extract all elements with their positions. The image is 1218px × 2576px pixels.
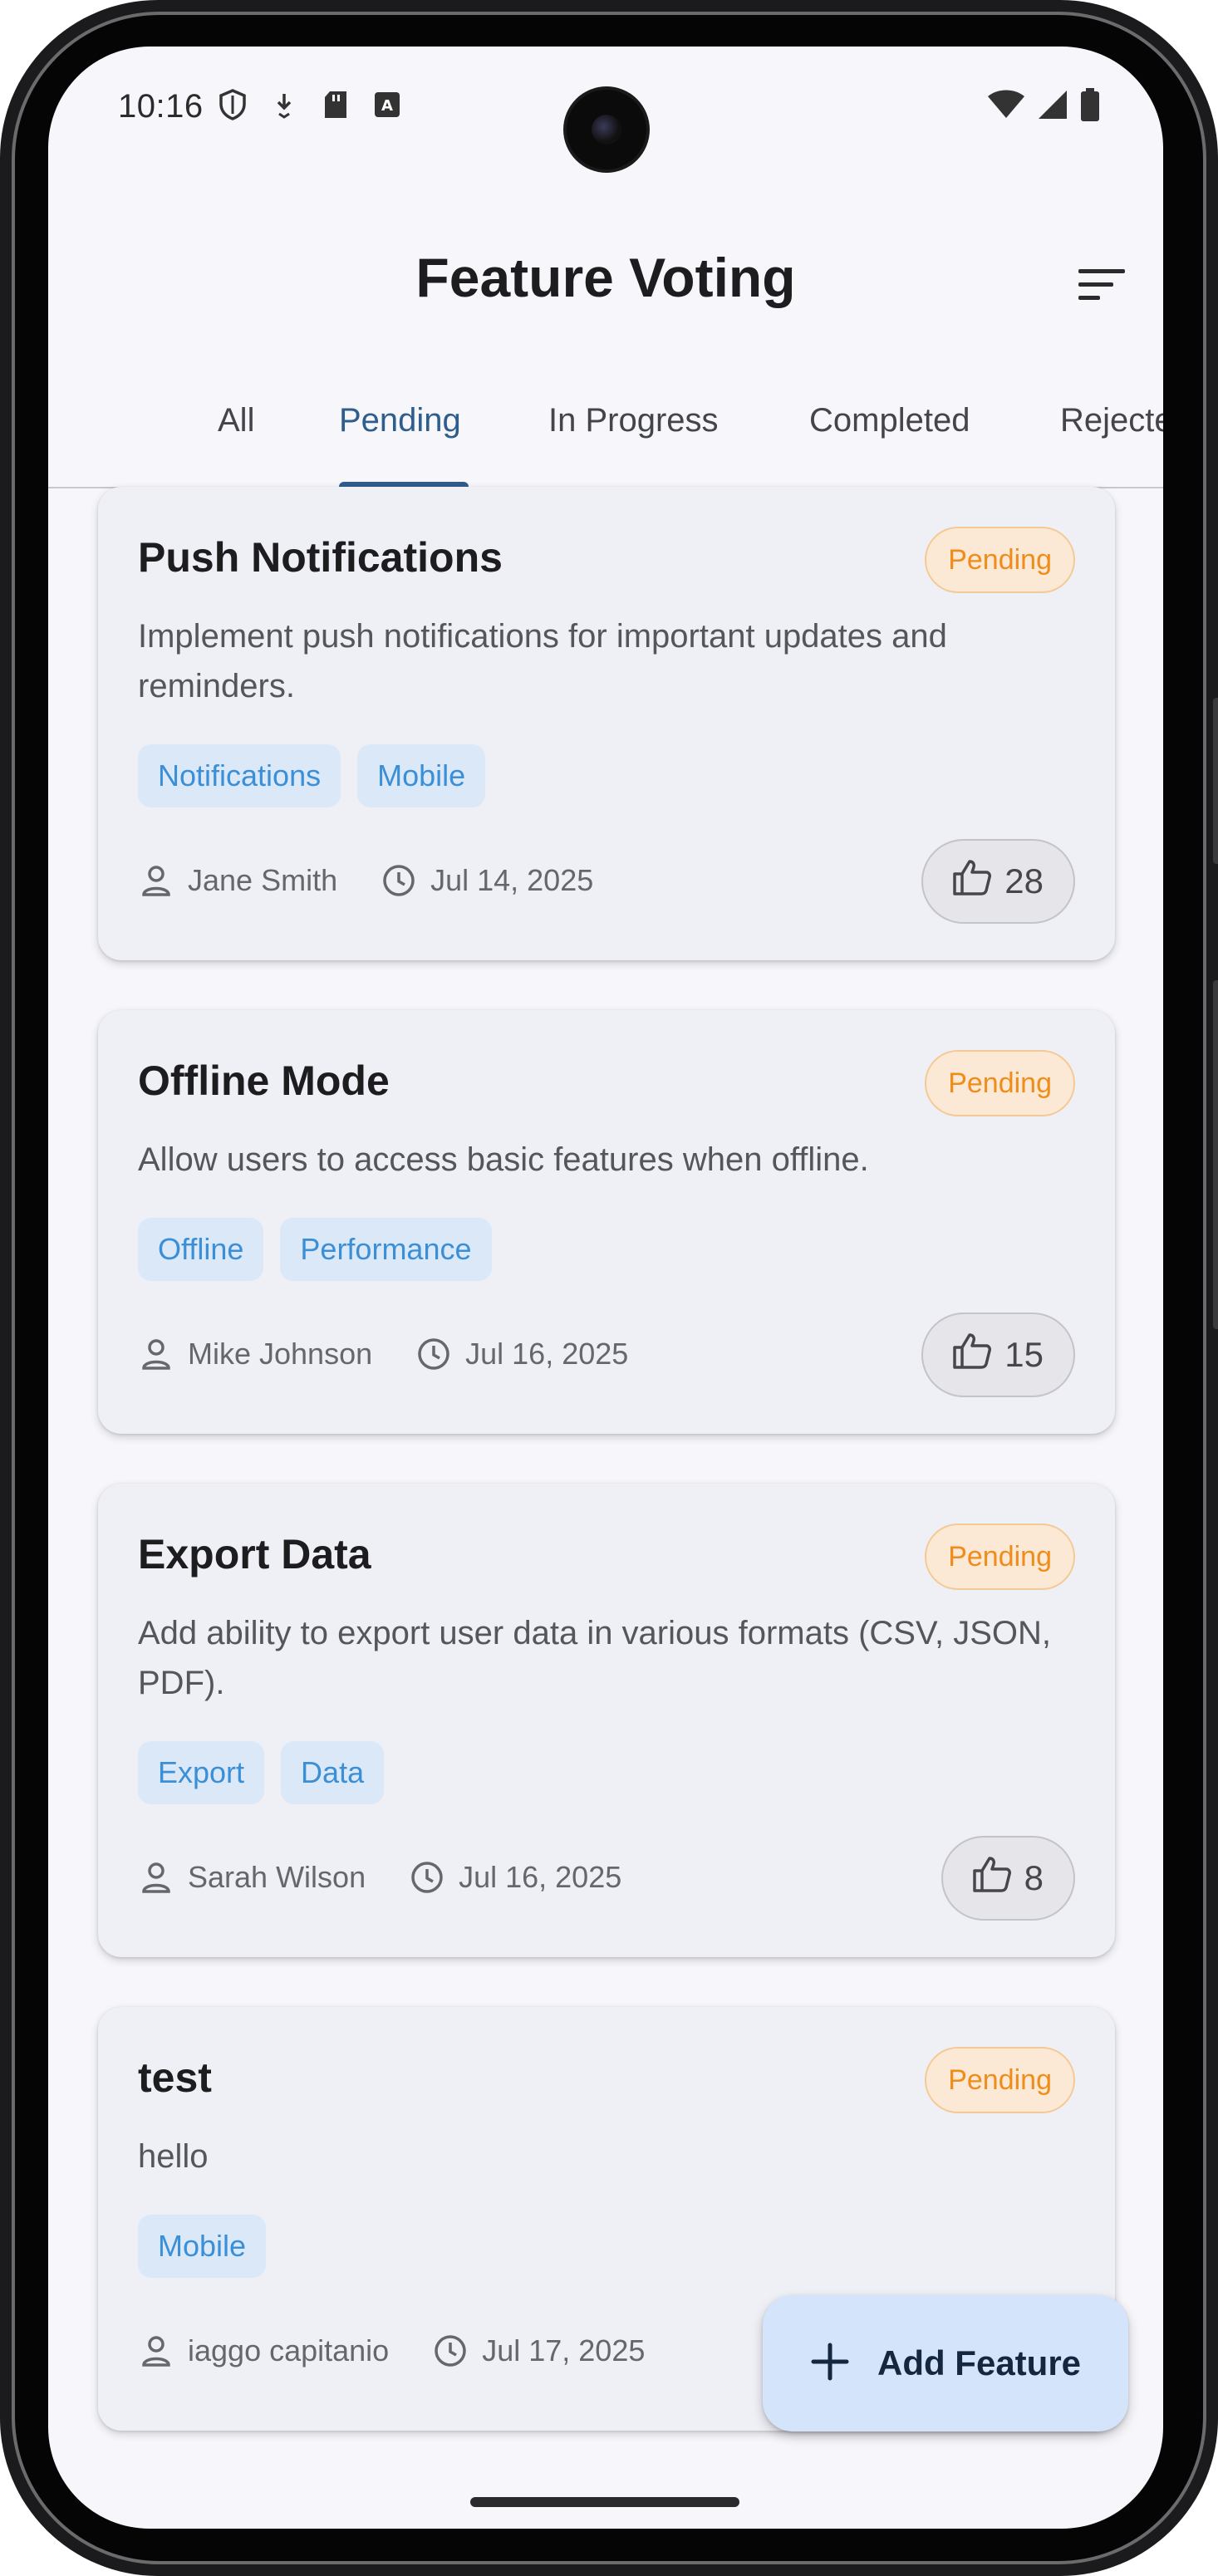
feature-title: Export Data: [138, 1531, 371, 1577]
tab-completed[interactable]: Completed: [809, 402, 970, 439]
tag-list: Offline Performance: [138, 1218, 492, 1281]
status-badge: Pending: [925, 1524, 1075, 1590]
person-icon: [138, 2333, 174, 2369]
author-name: Jane Smith: [188, 863, 338, 897]
tag: Mobile: [357, 744, 486, 807]
feature-card[interactable]: Push Notifications Pending Implement pus…: [98, 487, 1115, 960]
created-date: Jul 17, 2025: [482, 2333, 646, 2367]
svg-text:A: A: [381, 97, 393, 115]
person-icon: [138, 1859, 174, 1896]
clock-icon: [381, 862, 417, 899]
tag: Notifications: [138, 744, 341, 807]
status-icons-left: A: [214, 86, 405, 123]
shield-icon: [214, 86, 251, 123]
volume-button: [1213, 698, 1218, 864]
feature-card[interactable]: Export Data Pending Add ability to expor…: [98, 1484, 1115, 1957]
signal-icon: [1037, 89, 1068, 125]
feature-meta: Jane Smith Jul 14, 2025: [138, 862, 636, 899]
thumbs-up-icon: [953, 1332, 992, 1377]
created-date: Jul 16, 2025: [459, 1860, 622, 1894]
feature-card[interactable]: Offline Mode Pending Allow users to acce…: [98, 1010, 1115, 1434]
vote-count: 15: [1004, 1335, 1044, 1374]
feature-meta: Mike Johnson Jul 16, 2025: [138, 1336, 671, 1372]
feature-description: Implement push notifications for importa…: [138, 618, 947, 704]
tag-list: Notifications Mobile: [138, 744, 486, 807]
status-bar: 10:16 A: [48, 47, 1163, 179]
clock-icon: [432, 2333, 469, 2369]
clock-icon: [415, 1336, 452, 1372]
person-icon: [138, 862, 174, 899]
tab-pending[interactable]: Pending: [339, 402, 461, 439]
sort-icon[interactable]: [1077, 264, 1130, 307]
tab-bar: All Pending In Progress Completed Reject…: [48, 370, 1163, 488]
download-icon: [266, 86, 302, 123]
feature-description: Allow users to access basic features whe…: [138, 1141, 869, 1178]
thumbs-up-icon: [972, 1856, 1011, 1901]
created-date: Jul 14, 2025: [430, 863, 594, 897]
feature-meta: iaggo capitanio Jul 17, 2025: [138, 2333, 688, 2369]
tag: Export: [138, 1741, 265, 1804]
author-name: iaggo capitanio: [188, 2333, 390, 2367]
person-icon: [138, 1336, 174, 1372]
upvote-button[interactable]: 8: [941, 1836, 1075, 1921]
upvote-button[interactable]: 28: [921, 839, 1075, 924]
tag: Performance: [280, 1218, 492, 1281]
keyboard-a-icon: A: [369, 86, 405, 123]
power-button: [1213, 980, 1218, 1329]
tag: Data: [281, 1741, 385, 1804]
status-badge: Pending: [925, 2047, 1075, 2113]
screen: 10:16 A Feature Voting All Pending In Pr…: [48, 47, 1163, 2529]
upvote-button[interactable]: 15: [921, 1313, 1075, 1397]
feature-title: test: [138, 2054, 212, 2101]
home-indicator[interactable]: [470, 2497, 739, 2507]
status-time: 10:16: [118, 88, 204, 125]
add-feature-label: Add Feature: [877, 2343, 1082, 2382]
status-badge: Pending: [925, 1050, 1075, 1116]
plus-icon: [811, 2343, 849, 2385]
author-name: Sarah Wilson: [188, 1860, 366, 1894]
sd-card-icon: [317, 86, 354, 123]
tab-in-progress[interactable]: In Progress: [548, 402, 719, 439]
phone-frame: 10:16 A Feature Voting All Pending In Pr…: [0, 0, 1218, 2576]
page-title: Feature Voting: [415, 247, 796, 308]
tag-list: Export Data: [138, 1741, 385, 1804]
wifi-icon: [987, 90, 1025, 124]
tab-all[interactable]: All: [218, 402, 254, 439]
created-date: Jul 16, 2025: [465, 1337, 629, 1371]
vote-count: 8: [1024, 1858, 1044, 1897]
vote-count: 28: [1004, 861, 1044, 900]
author-name: Mike Johnson: [188, 1337, 373, 1371]
feature-title: Offline Mode: [138, 1057, 390, 1104]
front-camera: [567, 90, 646, 169]
tag: Offline: [138, 1218, 264, 1281]
tab-rejected[interactable]: Rejected: [1060, 402, 1163, 439]
tag: Mobile: [138, 2215, 267, 2278]
feature-meta: Sarah Wilson Jul 16, 2025: [138, 1859, 665, 1896]
clock-icon: [409, 1859, 445, 1896]
tag-list: Mobile: [138, 2215, 267, 2278]
feature-title: Push Notifications: [138, 534, 503, 581]
status-badge: Pending: [925, 527, 1075, 593]
status-icons-right: [987, 88, 1100, 125]
feature-description: Add ability to export user data in vario…: [138, 1615, 1052, 1701]
thumbs-up-icon: [953, 859, 992, 904]
battery-icon: [1080, 88, 1100, 125]
feature-description: hello: [138, 2138, 209, 2175]
add-feature-button[interactable]: Add Feature: [763, 2295, 1128, 2431]
